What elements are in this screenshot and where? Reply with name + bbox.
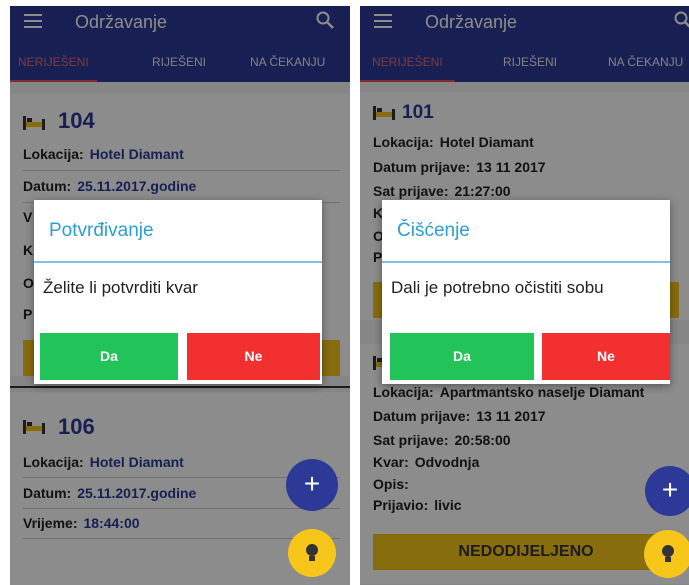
lightbulb-button[interactable]: [644, 530, 689, 578]
no-button[interactable]: Ne: [542, 333, 670, 380]
right-screen: Održavanje NERIJEŠENI RIJEŠENI NA ČEKANJ…: [360, 6, 689, 585]
confirm-dialog: Čišćenje Dali je potrebno očistiti sobu …: [382, 200, 670, 384]
dialog-message: Želite li potvrditi kvar: [43, 278, 198, 297]
lightbulb-icon: [662, 545, 674, 562]
left-screen: Održavanje NERIJEŠENI RIJEŠENI NA ČEKANJ…: [10, 6, 350, 585]
dialog-divider: [382, 261, 670, 263]
dialog-divider: [34, 261, 322, 263]
add-button[interactable]: +: [645, 466, 689, 516]
confirm-dialog: Potvrđivanje Želite li potvrditi kvar Da…: [34, 200, 322, 384]
plus-icon: +: [661, 474, 679, 505]
lightbulb-icon: [306, 544, 318, 561]
plus-icon: +: [303, 468, 321, 499]
yes-button[interactable]: Da: [390, 333, 534, 380]
add-button[interactable]: +: [286, 459, 338, 511]
dialog-title: Čišćenje: [397, 220, 470, 241]
yes-button[interactable]: Da: [40, 333, 178, 380]
dialog-message: Dali je potrebno očistiti sobu: [391, 278, 604, 297]
lightbulb-button[interactable]: [288, 529, 336, 577]
dialog-title: Potvrđivanje: [49, 220, 154, 241]
no-button[interactable]: Ne: [187, 333, 320, 380]
